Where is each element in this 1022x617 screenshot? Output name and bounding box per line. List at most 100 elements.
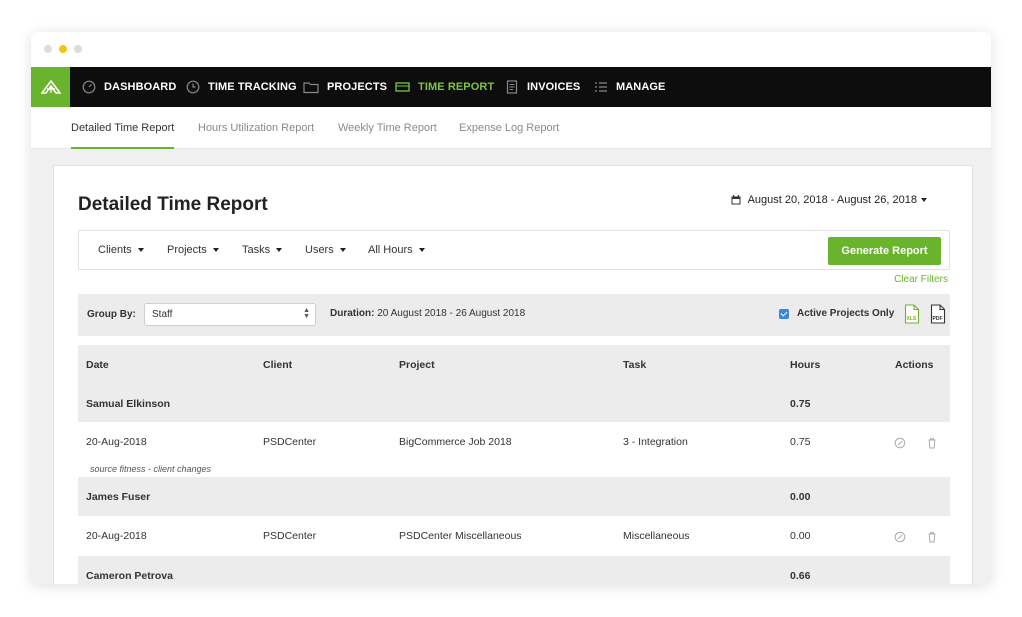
duration-text: Duration: 20 August 2018 - 26 August 201… xyxy=(330,308,525,319)
gauge-icon xyxy=(82,80,96,94)
select-arrows-icon: ▲ ▼ xyxy=(303,307,310,320)
nav-label: PROJECTS xyxy=(327,81,388,93)
app-logo[interactable] xyxy=(31,67,70,107)
edit-icon[interactable] xyxy=(894,437,906,449)
xls-export-icon[interactable]: XLS xyxy=(904,304,920,324)
nav-manage[interactable]: MANAGE xyxy=(594,67,666,107)
group-row: Samual Elkinson 0.75 xyxy=(78,384,950,422)
filter-all-hours[interactable]: All Hours xyxy=(368,244,425,256)
entry-project: BigCommerce Job 2018 xyxy=(399,436,512,448)
nav-dashboard[interactable]: DASHBOARD xyxy=(82,67,176,107)
entry-note: source fitness - client changes xyxy=(90,464,212,474)
group-hours-total: 0.66 xyxy=(790,570,811,582)
nav-label: DASHBOARD xyxy=(104,81,177,93)
active-projects-toggle[interactable]: Active Projects Only xyxy=(779,308,894,319)
xls-export-label: XLS xyxy=(907,316,917,322)
table-row: 20-Aug-2018 PSDCenter PSDCenter Miscella… xyxy=(78,516,950,556)
active-projects-label: Active Projects Only xyxy=(797,308,895,319)
main-content: Detailed Time Report August 20, 2018 - A… xyxy=(31,149,991,584)
filter-label: All Hours xyxy=(368,244,413,256)
filter-label: Clients xyxy=(98,244,132,256)
close-window-dot[interactable] xyxy=(44,45,52,53)
folder-icon xyxy=(303,82,319,94)
entry-client: PSDCenter xyxy=(263,530,317,542)
entry-date: 20-Aug-2018 xyxy=(86,436,147,448)
entry-task: Miscellaneous xyxy=(623,530,690,542)
filter-tasks[interactable]: Tasks xyxy=(242,244,283,256)
duration-value: 20 August 2018 - 26 August 2018 xyxy=(377,308,526,319)
entry-date: 20-Aug-2018 xyxy=(86,530,147,542)
browser-window: DASHBOARD TIME TRACKING PROJECTS TIME RE… xyxy=(31,32,991,584)
nav-label: MANAGE xyxy=(616,81,666,93)
duration-label: Duration: xyxy=(330,308,375,319)
nav-label: TIME REPORT xyxy=(418,81,495,93)
nav-time-report[interactable]: TIME REPORT xyxy=(395,67,494,107)
header-hours: Hours xyxy=(790,359,821,371)
tab-detailed-time-report[interactable]: Detailed Time Report xyxy=(71,122,175,149)
group-hours-total: 0.75 xyxy=(790,398,811,410)
clear-filters-link[interactable]: Clear Filters xyxy=(894,274,948,285)
clock-icon xyxy=(186,80,200,94)
entry-task: 3 - Integration xyxy=(623,436,688,448)
active-projects-checkbox[interactable] xyxy=(779,308,789,319)
group-by-value: Staff xyxy=(152,309,173,320)
entry-hours: 0.75 xyxy=(790,436,811,448)
nav-invoices[interactable]: INVOICES xyxy=(505,67,580,107)
minimize-window-dot[interactable] xyxy=(59,45,67,53)
calendar-icon xyxy=(731,195,741,205)
report-table: Date Client Project Task Hours Actions S… xyxy=(78,345,950,584)
trash-icon[interactable] xyxy=(926,437,938,449)
filter-label: Tasks xyxy=(242,244,271,256)
chevron-down-icon xyxy=(921,198,927,202)
filter-bar: Clients Projects Tasks Users All Hours G… xyxy=(78,230,950,270)
trash-icon[interactable] xyxy=(926,531,938,543)
tab-expense-log-report[interactable]: Expense Log Report xyxy=(459,122,559,134)
tab-hours-utilization-report[interactable]: Hours Utilization Report xyxy=(198,122,314,134)
filter-label: Users xyxy=(305,244,334,256)
filter-label: Projects xyxy=(167,244,207,256)
chevron-down-icon xyxy=(137,248,144,253)
tab-weekly-time-report[interactable]: Weekly Time Report xyxy=(338,122,437,134)
nav-time-tracking[interactable]: TIME TRACKING xyxy=(186,67,297,107)
pdf-export-label: PDF xyxy=(933,316,943,322)
maximize-window-dot[interactable] xyxy=(74,45,82,53)
generate-report-button[interactable]: Generate Report xyxy=(828,237,941,265)
top-navigation: DASHBOARD TIME TRACKING PROJECTS TIME RE… xyxy=(31,67,991,107)
invoice-icon xyxy=(506,80,518,94)
nav-label: TIME TRACKING xyxy=(208,81,297,93)
group-staff-name: Samual Elkinson xyxy=(86,398,171,410)
entry-hours: 0.00 xyxy=(790,530,811,542)
nav-label: INVOICES xyxy=(527,81,581,93)
group-row: James Fuser 0.00 xyxy=(78,477,950,516)
list-icon xyxy=(595,82,607,92)
group-by-select[interactable]: Staff ▲ ▼ xyxy=(144,303,316,326)
date-range-picker[interactable]: August 20, 2018 - August 26, 2018 xyxy=(731,194,927,206)
nav-projects[interactable]: PROJECTS xyxy=(303,67,387,107)
chevron-down-icon xyxy=(418,248,425,253)
edit-icon[interactable] xyxy=(894,531,906,543)
group-hours-total: 0.00 xyxy=(790,491,811,503)
logo-icon xyxy=(40,80,61,94)
chevron-down-icon xyxy=(339,248,346,253)
table-header-row: Date Client Project Task Hours Actions xyxy=(78,345,950,384)
report-icon xyxy=(395,82,410,92)
filter-clients[interactable]: Clients xyxy=(98,244,144,256)
pdf-export-icon[interactable]: PDF xyxy=(930,304,946,324)
chevron-down-icon xyxy=(212,248,219,253)
entry-client: PSDCenter xyxy=(263,436,317,448)
header-project: Project xyxy=(399,359,435,371)
header-date: Date xyxy=(86,359,109,371)
chevron-down-icon xyxy=(276,248,283,253)
date-range-text: August 20, 2018 - August 26, 2018 xyxy=(747,194,917,206)
header-task: Task xyxy=(623,359,647,371)
report-tabs: Detailed Time Report Hours Utilization R… xyxy=(31,107,991,149)
window-titlebar xyxy=(31,32,991,67)
report-card: Detailed Time Report August 20, 2018 - A… xyxy=(53,165,973,584)
group-by-bar: Group By: Staff ▲ ▼ Duration: 20 August 2… xyxy=(78,294,950,336)
group-staff-name: James Fuser xyxy=(86,491,151,503)
page-title: Detailed Time Report xyxy=(78,194,268,215)
entry-project: PSDCenter Miscellaneous xyxy=(399,530,522,542)
filter-users[interactable]: Users xyxy=(305,244,346,256)
filter-projects[interactable]: Projects xyxy=(167,244,219,256)
header-client: Client xyxy=(263,359,293,371)
